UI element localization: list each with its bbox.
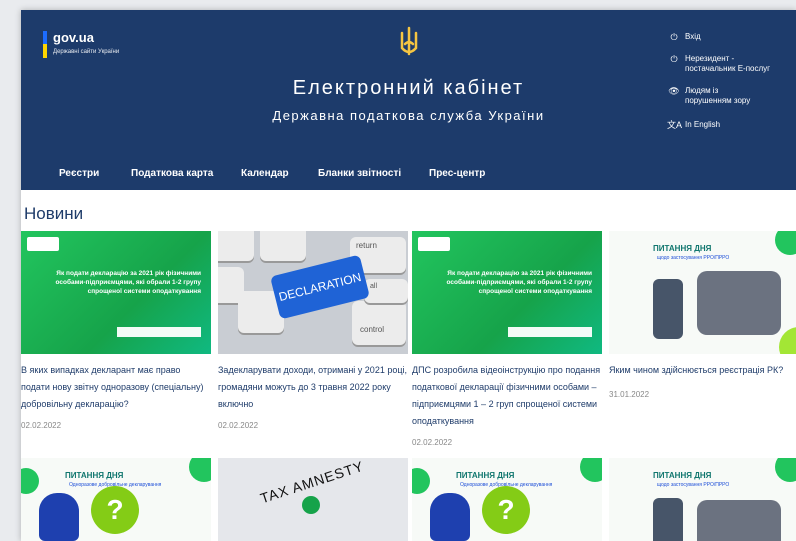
robot-icon	[430, 493, 470, 541]
news-image-title: ПИТАННЯ ДНЯ	[653, 244, 712, 253]
news-image-title: ПИТАННЯ ДНЯ	[456, 471, 515, 480]
header: gov.ua Державні сайти України Електронни…	[21, 10, 796, 190]
login-label: Вхід	[685, 32, 701, 41]
pos-terminal-icon	[653, 498, 683, 541]
news-card-image[interactable]: ПИТАННЯ ДНЯ щодо застосування РРО/ПРРО	[609, 458, 796, 541]
news-image-subtitle: щодо застосування РРО/ПРРО	[657, 255, 730, 261]
robot-icon	[39, 493, 79, 541]
pin-icon	[302, 496, 320, 514]
dps-logo-icon	[418, 237, 450, 251]
news-card-date: 02.02.2022	[21, 421, 62, 430]
accessibility-label: Людям із порушенням зору	[685, 86, 751, 105]
eye-icon: 👁	[668, 86, 680, 96]
news-card-image[interactable]: Як подати декларацію за 2021 рік фізични…	[21, 231, 211, 354]
trident-icon	[400, 26, 418, 56]
news-image-caption: Як подати декларацію за 2021 рік фізични…	[55, 270, 201, 295]
news-card-date: 02.02.2022	[218, 421, 259, 430]
news-image-title: ПИТАННЯ ДНЯ	[65, 471, 124, 480]
news-card-image[interactable]: TAX AMNESTY	[218, 458, 408, 541]
news-image-title: ПИТАННЯ ДНЯ	[653, 471, 712, 480]
news-heading: Новини	[24, 204, 84, 223]
nav-item-registries[interactable]: Реєстри	[59, 168, 99, 179]
accessibility-link[interactable]: 👁 Людям із порушенням зору	[667, 86, 750, 106]
english-link[interactable]: 文A In English	[667, 120, 720, 130]
news-card-image[interactable]: ПИТАННЯ ДНЯ щодо застосування РРО/ПРРО	[609, 231, 796, 354]
nonresident-label: Нерезидент - постачальник Е-послуг	[685, 54, 771, 73]
key-return-label: return	[356, 241, 377, 250]
site-subtitle: Державні сайти України	[53, 49, 120, 55]
eu-logos-icon	[117, 327, 201, 337]
site-name: gov.ua	[53, 30, 94, 45]
browser-frame: gov.ua Державні сайти України Електронни…	[21, 10, 796, 541]
eu-logos-icon	[508, 327, 592, 337]
pos-terminal-icon	[653, 279, 683, 339]
news-card-title[interactable]: В яких випадках декларант має право пода…	[21, 362, 211, 413]
nonresident-link[interactable]: ⏻ Нерезидент - постачальник Е-послуг	[667, 54, 770, 74]
news-card-title[interactable]: ДПС розробила відеоінструкцію про поданн…	[412, 362, 602, 430]
translate-icon: 文A	[667, 120, 683, 130]
news-card-image[interactable]: ПИТАННЯ ДНЯ Одноразове добровільне декла…	[21, 458, 211, 541]
phone-icon	[697, 500, 781, 541]
nonresident-icon: ⏻	[670, 54, 678, 64]
english-label: In English	[685, 120, 721, 129]
news-card-title[interactable]: Яким чином здійснюється реєстрація РК?	[609, 362, 796, 379]
login-link[interactable]: ⏻ Вхід	[667, 32, 701, 42]
nav-item-press-center[interactable]: Прес-центр	[429, 168, 485, 179]
news-card-image[interactable]: Як подати декларацію за 2021 рік фізични…	[412, 231, 602, 354]
nav-item-calendar[interactable]: Календар	[241, 168, 289, 179]
login-icon: ⏻	[670, 32, 678, 42]
news-card-image[interactable]: return control all DECLARATION	[218, 231, 408, 354]
phone-icon	[697, 271, 781, 335]
ukraine-flag-icon	[43, 31, 47, 58]
nav-item-tax-map[interactable]: Податкова карта	[131, 168, 213, 179]
key-all-label: all	[370, 283, 378, 290]
news-image-caption: Як подати декларацію за 2021 рік фізични…	[446, 270, 592, 295]
news-card-date: 31.01.2022	[609, 390, 650, 399]
dps-logo-icon	[27, 237, 59, 251]
news-card-image[interactable]: ПИТАННЯ ДНЯ Одноразове добровільне декла…	[412, 458, 602, 541]
main-nav: Реєстри Податкова карта Календар Бланки …	[21, 168, 796, 188]
nav-item-report-forms[interactable]: Бланки звітності	[318, 168, 401, 179]
question-icon: ?	[482, 486, 530, 534]
news-image-subtitle: щодо застосування РРО/ПРРО	[657, 482, 730, 488]
news-card-title[interactable]: Задекларувати доходи, отримані у 2021 ро…	[218, 362, 408, 413]
news-card-date: 02.02.2022	[412, 438, 453, 447]
key-control-label: control	[360, 325, 385, 334]
question-icon: ?	[91, 486, 139, 534]
